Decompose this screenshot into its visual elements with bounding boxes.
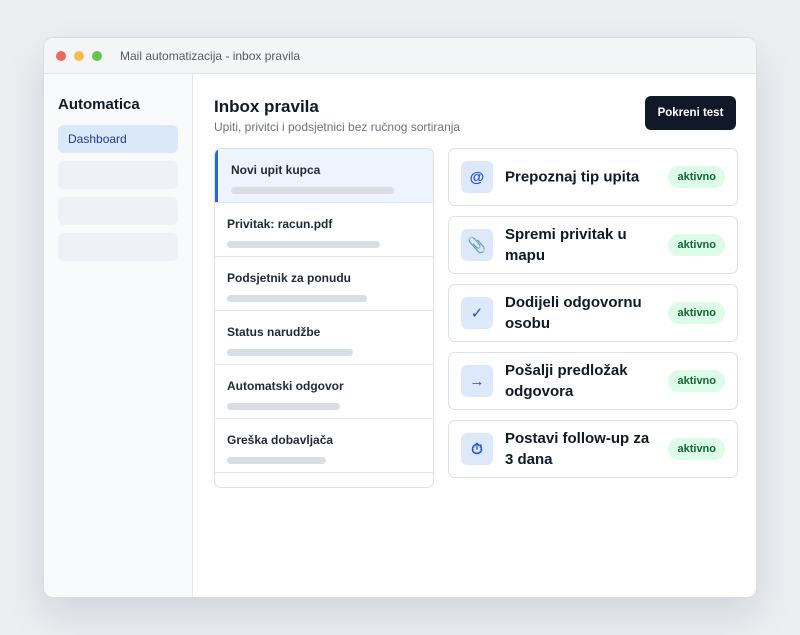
rule-label: Postavi follow-up za 3 dana: [505, 430, 650, 468]
status-badge: aktivno: [668, 302, 725, 324]
arrow-right-icon: →: [461, 365, 493, 397]
run-test-button[interactable]: Pokreni test: [645, 96, 736, 130]
status-badge: aktivno: [668, 166, 725, 188]
maximize-window-button[interactable]: [92, 50, 102, 61]
app-window: Mail automatizacija - inbox pravila Auto…: [43, 37, 757, 598]
stopwatch-icon: ⏱: [461, 433, 493, 465]
email-subject: Podsjetnik za ponudu: [227, 271, 352, 285]
brand-name: Automatica: [58, 96, 140, 113]
rule-label: Prepoznaj tip upita: [505, 168, 640, 186]
email-preview-placeholder: [227, 457, 326, 464]
sidebar-item-placeholder[interactable]: [58, 233, 178, 261]
email-subject: Novi upit kupca: [231, 163, 321, 177]
rule-card[interactable]: @ Prepoznaj tip upita aktivno: [448, 148, 738, 206]
status-badge: aktivno: [668, 234, 725, 256]
email-subject: Status narudžbe: [227, 325, 321, 339]
email-list-item[interactable]: Automatski odgovor: [215, 365, 433, 419]
window-title: Mail automatizacija - inbox pravila: [120, 48, 301, 63]
close-window-button[interactable]: [56, 50, 66, 61]
page-title: Inbox pravila: [214, 97, 319, 116]
email-list: Novi upit kupca Privitak: racun.pdf Pods…: [214, 148, 434, 488]
email-list-item[interactable]: Novi upit kupca: [215, 149, 433, 203]
sidebar-item-dashboard[interactable]: Dashboard: [58, 125, 178, 153]
rule-card[interactable]: ⏱ Postavi follow-up za 3 dana aktivno: [448, 420, 738, 478]
rule-card[interactable]: ✓ Dodijeli odgovornu osobu aktivno: [448, 284, 738, 342]
paperclip-icon: 📎: [461, 229, 493, 261]
email-preview-placeholder: [227, 403, 340, 410]
rule-label: Dodijeli odgovornu osobu: [505, 294, 642, 332]
email-subject: Automatski odgovor: [227, 379, 344, 393]
email-preview-placeholder: [227, 295, 367, 302]
email-subject: Greška dobavljača: [227, 433, 334, 447]
title-bar: Mail automatizacija - inbox pravila: [44, 38, 756, 74]
email-subject: Privitak: racun.pdf: [227, 217, 333, 231]
rule-card[interactable]: 📎 Spremi privitak u mapu aktivno: [448, 216, 738, 274]
status-badge: aktivno: [668, 370, 725, 392]
email-list-item[interactable]: Podsjetnik za ponudu: [215, 257, 433, 311]
email-list-item[interactable]: Status narudžbe: [215, 311, 433, 365]
email-list-item[interactable]: Privitak: racun.pdf: [215, 203, 433, 257]
page-subtitle: Upiti, privitci i podsjetnici bez ručnog…: [214, 120, 461, 134]
sidebar-item-placeholder[interactable]: [58, 197, 178, 225]
sidebar-item-placeholder[interactable]: [58, 161, 178, 189]
rule-card[interactable]: → Pošalji predložak odgovora aktivno: [448, 352, 738, 410]
sidebar: Automatica Dashboard: [44, 74, 193, 597]
main-content: Inbox pravila Upiti, privitci i podsjetn…: [194, 74, 756, 597]
rule-label: Pošalji predložak odgovora: [505, 362, 628, 400]
checkmark-icon: ✓: [461, 297, 493, 329]
email-preview-placeholder: [227, 349, 353, 356]
email-preview-placeholder: [227, 241, 380, 248]
status-badge: aktivno: [668, 438, 725, 460]
minimize-window-button[interactable]: [74, 50, 84, 61]
at-icon: @: [461, 161, 493, 193]
rule-label: Spremi privitak u mapu: [505, 226, 627, 264]
email-list-item[interactable]: Greška dobavljača: [215, 419, 433, 473]
email-preview-placeholder: [231, 187, 394, 194]
